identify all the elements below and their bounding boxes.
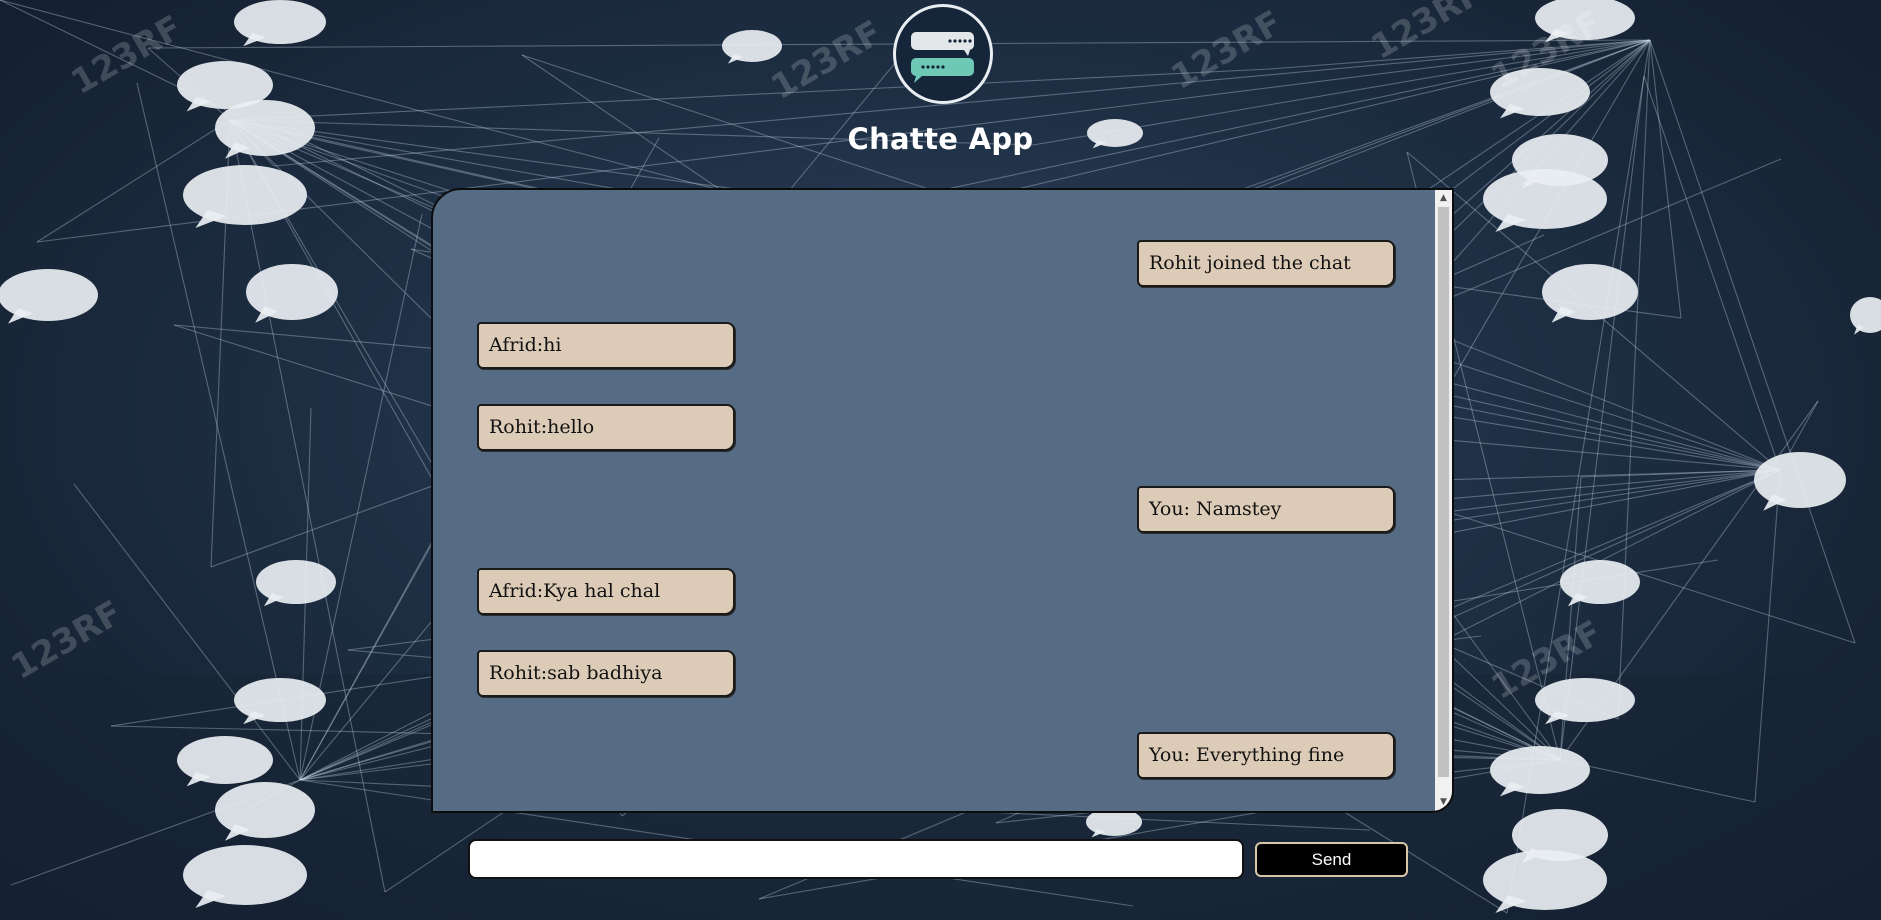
watermark-text: 123RF	[5, 593, 129, 688]
arrow-up-icon[interactable]: ▲	[1435, 190, 1452, 207]
message-input[interactable]	[468, 839, 1244, 879]
speech-bubble-icon	[256, 560, 336, 604]
watermark-text: 123RF	[1365, 0, 1489, 68]
app-title: Chatte App	[847, 122, 1034, 156]
chat-message: You: Namstey	[1137, 486, 1395, 533]
speech-bubble-icon	[246, 264, 338, 320]
chat-message: Afrid:Kya hal chal	[477, 568, 735, 615]
chat-message: Rohit joined the chat	[1137, 240, 1395, 287]
network-line	[1649, 39, 1682, 319]
app-logo	[893, 4, 993, 104]
watermark-text: 123RF	[1165, 3, 1289, 98]
speech-bubble-icon	[1850, 297, 1881, 333]
send-button[interactable]: Send	[1255, 842, 1408, 877]
speech-bubble-icon	[1542, 264, 1638, 320]
speech-bubble-icon	[1535, 678, 1635, 722]
speech-bubble-icon	[1754, 452, 1846, 508]
speech-bubble-icon	[234, 678, 326, 722]
speech-bubble-icon	[234, 0, 326, 44]
arrow-down-icon[interactable]: ▼	[1435, 794, 1452, 811]
speech-bubble-icon	[1560, 560, 1640, 604]
chat-messages-panel[interactable]: Rohit joined the chat Afrid:hi Rohit:hel…	[431, 188, 1454, 813]
chat-scrollbar[interactable]: ▲ ▼	[1435, 190, 1452, 811]
speech-bubble-icon	[722, 30, 782, 62]
speech-bubble-icon	[183, 165, 307, 225]
speech-bubble-icon	[183, 845, 307, 905]
chat-message: Rohit:hello	[477, 404, 735, 451]
chat-message: You: Everything fine	[1137, 732, 1395, 779]
speech-bubble-icon	[1483, 850, 1607, 910]
speech-bubble-icon	[177, 736, 273, 784]
scrollbar-thumb[interactable]	[1438, 207, 1449, 777]
chat-bubbles-icon	[911, 32, 974, 83]
network-line	[229, 68, 1271, 121]
speech-bubble-icon	[1490, 746, 1590, 794]
speech-bubble-icon	[1483, 169, 1607, 229]
chat-message: Afrid:hi	[477, 322, 735, 369]
speech-bubble-icon	[215, 782, 315, 838]
chat-message: Rohit:sab badhiya	[477, 650, 735, 697]
